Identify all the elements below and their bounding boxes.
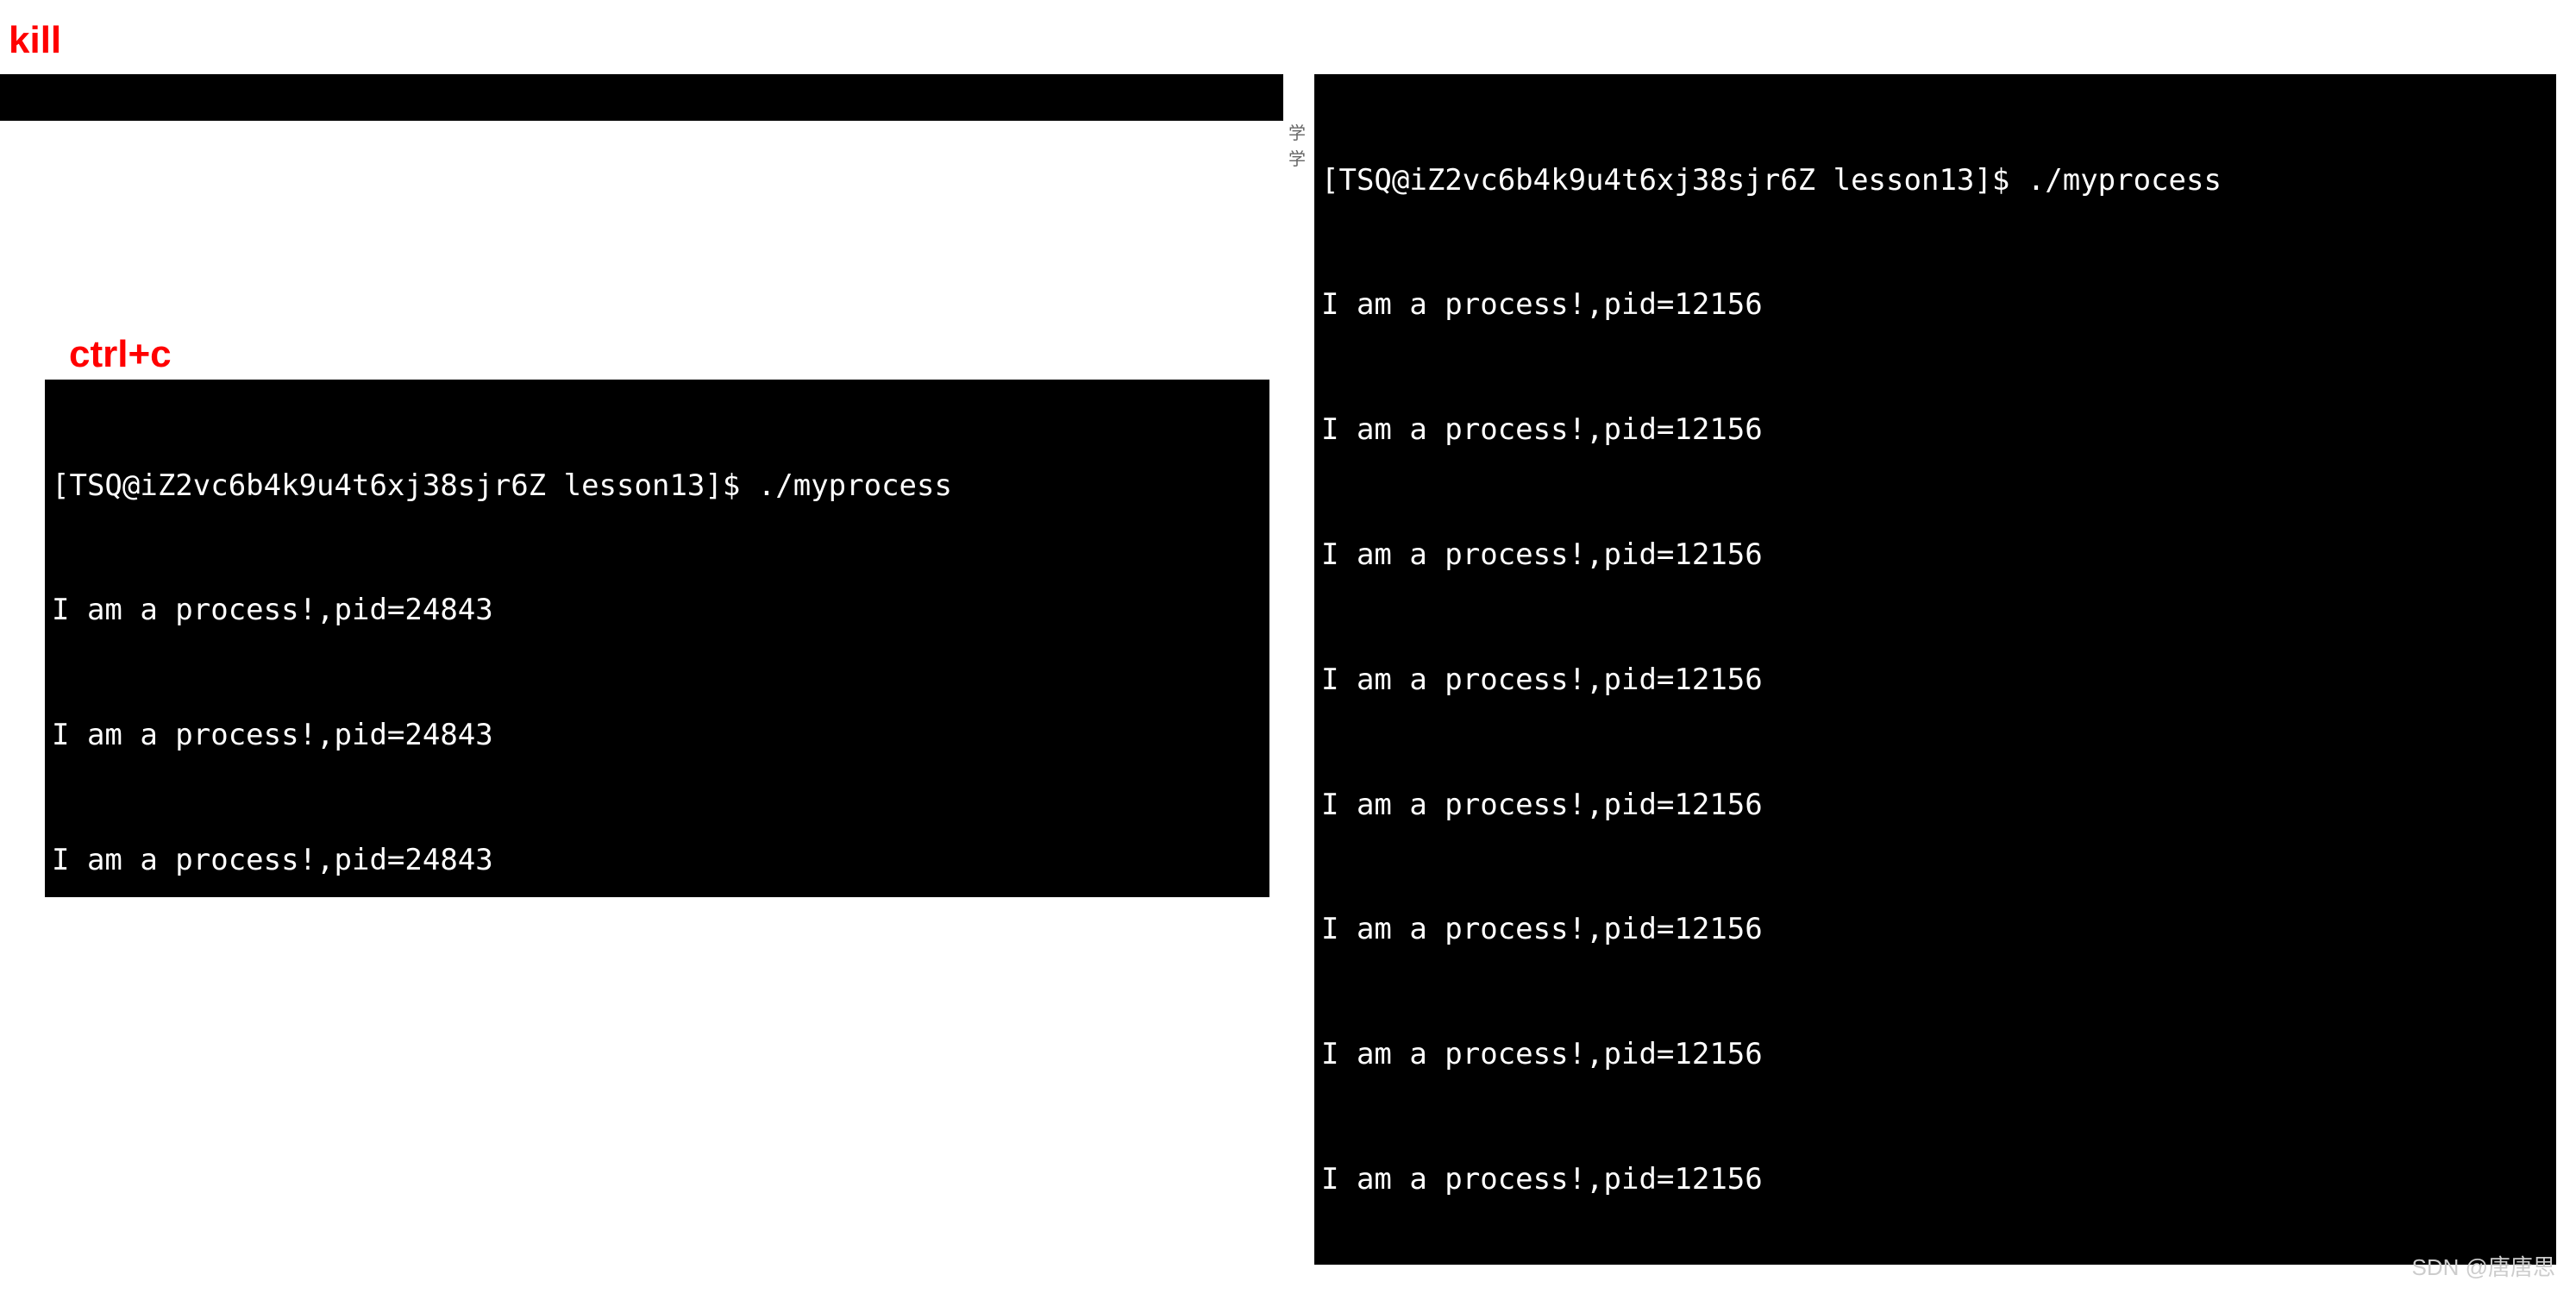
terminal-ctrlc-prompt: [TSQ@iZ2vc6b4k9u4t6xj38sjr6Z lesson13]$ … bbox=[52, 465, 1263, 506]
terminal-output-line: I am a process!,pid=12156 bbox=[1321, 534, 2549, 575]
terminal-output-line: I am a process!,pid=12156 bbox=[1321, 409, 2549, 450]
terminal-output-line: I am a process!,pid=12156 bbox=[1321, 1159, 2549, 1200]
terminal-output-line: I am a process!,pid=12156 bbox=[1321, 784, 2549, 826]
side-char-1: 学 bbox=[1288, 121, 1306, 147]
terminal-output-line: I am a process!,pid=24843 bbox=[52, 839, 1263, 881]
terminal-right[interactable]: [TSQ@iZ2vc6b4k9u4t6xj38sjr6Z lesson13]$ … bbox=[1314, 74, 2556, 1265]
watermark: SDN @唐唐思 bbox=[2411, 1250, 2555, 1282]
annotation-kill: kill bbox=[9, 19, 61, 62]
terminal-output-line: I am a process!,pid=24843 bbox=[52, 714, 1263, 756]
terminal-output-line: I am a process!,pid=12156 bbox=[1321, 284, 2549, 325]
terminal-kill[interactable]: [TSQ@iZ2vc6b4k9u4t6xj38sjr6Z lesson13]$ … bbox=[0, 74, 1283, 121]
side-char-2: 学 bbox=[1288, 147, 1306, 173]
side-decorations: 学 学 bbox=[1288, 121, 1306, 173]
terminal-right-prompt: [TSQ@iZ2vc6b4k9u4t6xj38sjr6Z lesson13]$ … bbox=[1321, 160, 2549, 201]
terminal-output-line: I am a process!,pid=24843 bbox=[52, 589, 1263, 631]
annotation-ctrlc: ctrl+c bbox=[69, 333, 172, 376]
terminal-ctrlc[interactable]: [TSQ@iZ2vc6b4k9u4t6xj38sjr6Z lesson13]$ … bbox=[45, 380, 1269, 897]
terminal-output-line: I am a process!,pid=12156 bbox=[1321, 659, 2549, 700]
terminal-output-line: I am a process!,pid=12156 bbox=[1321, 908, 2549, 950]
terminal-output-line: I am a process!,pid=12156 bbox=[1321, 1033, 2549, 1075]
